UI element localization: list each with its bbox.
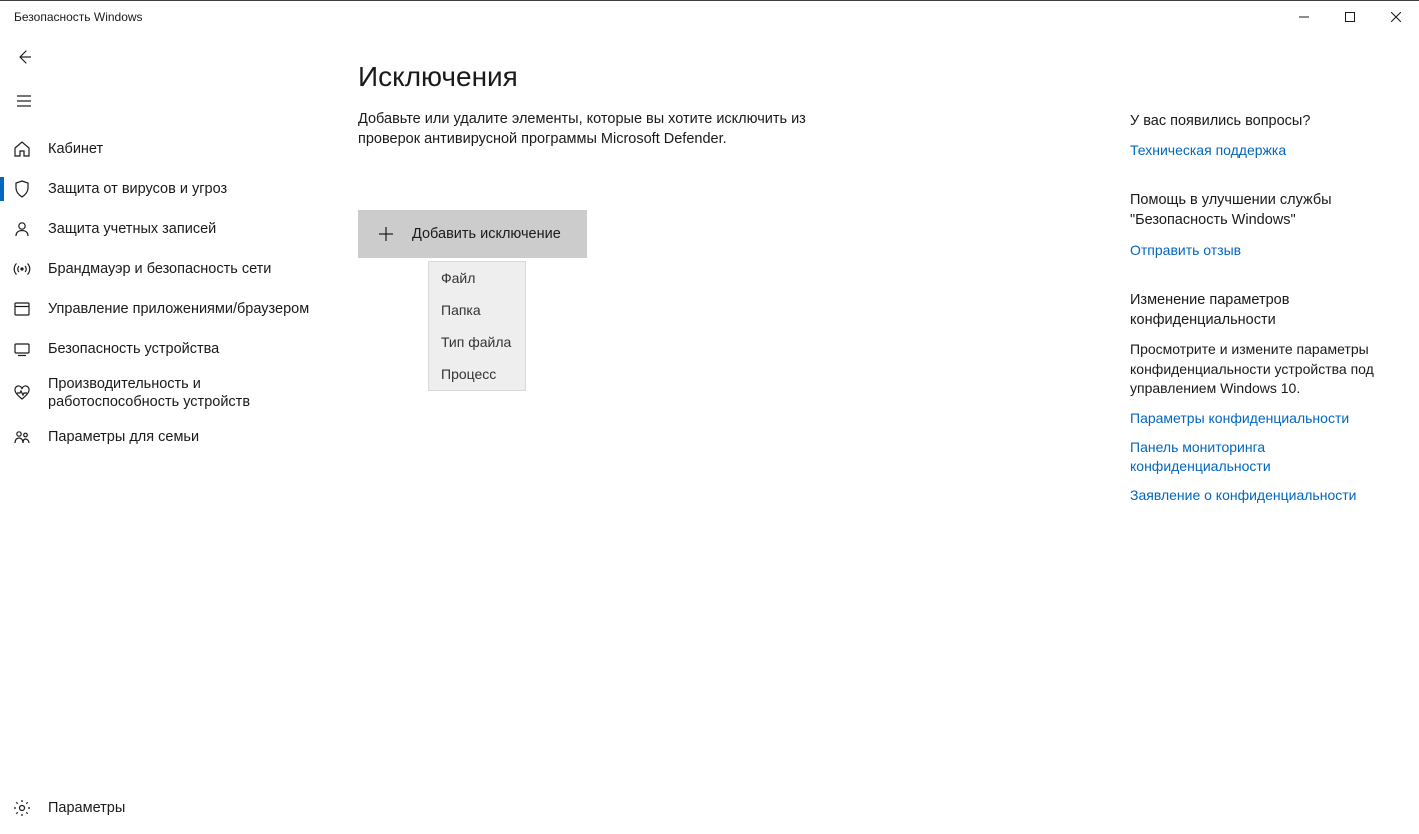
sidebar-item-virus-protection[interactable]: Защита от вирусов и угроз bbox=[0, 169, 320, 209]
sidebar-item-label: Брандмауэр и безопасность сети bbox=[48, 260, 271, 278]
back-button[interactable] bbox=[4, 37, 44, 77]
right-heading: Помощь в улучшении службы "Безопасность … bbox=[1130, 190, 1378, 231]
add-exclusion-dropdown: Файл Папка Тип файла Процесс bbox=[428, 261, 526, 391]
sidebar-item-label: Безопасность устройства bbox=[48, 340, 219, 358]
sidebar-item-label: Защита от вирусов и угроз bbox=[48, 180, 227, 198]
window-controls bbox=[1281, 1, 1419, 33]
close-button[interactable] bbox=[1373, 1, 1419, 33]
plus-icon bbox=[378, 226, 394, 242]
sidebar-item-home[interactable]: Кабинет bbox=[0, 129, 320, 169]
right-heading: Изменение параметров конфиденциальности bbox=[1130, 290, 1378, 331]
sidebar-item-app-browser[interactable]: Управление приложениями/браузером bbox=[0, 289, 320, 329]
heart-icon bbox=[12, 383, 32, 403]
hamburger-button[interactable] bbox=[4, 81, 44, 121]
home-icon bbox=[12, 139, 32, 159]
link-privacy-statement[interactable]: Заявление о конфиденциальности bbox=[1130, 486, 1378, 505]
right-section-feedback: Помощь в улучшении службы "Безопасность … bbox=[1130, 190, 1378, 259]
sidebar-item-label: Параметры для семьи bbox=[48, 428, 199, 446]
shield-icon bbox=[12, 179, 32, 199]
sidebar-item-label: Управление приложениями/браузером bbox=[48, 300, 309, 318]
right-description: Просмотрите и измените параметры конфиде… bbox=[1130, 340, 1378, 399]
sidebar-item-device-security[interactable]: Безопасность устройства bbox=[0, 329, 320, 369]
sidebar-item-account-protection[interactable]: Защита учетных записей bbox=[0, 209, 320, 249]
link-privacy-dashboard[interactable]: Панель мониторинга конфиденциальности bbox=[1130, 438, 1378, 476]
app-control-icon bbox=[12, 299, 32, 319]
right-section-questions: У вас появились вопросы? Техническая под… bbox=[1130, 111, 1378, 160]
sidebar-item-family[interactable]: Параметры для семьи bbox=[0, 417, 320, 457]
person-icon bbox=[12, 219, 32, 239]
link-privacy-settings[interactable]: Параметры конфиденциальности bbox=[1130, 409, 1378, 428]
sidebar-item-label: Производительность и работоспособность у… bbox=[48, 375, 320, 411]
right-panel: У вас появились вопросы? Техническая под… bbox=[1118, 61, 1378, 834]
family-icon bbox=[12, 427, 32, 447]
add-exclusion-label: Добавить исключение bbox=[412, 226, 561, 242]
right-section-privacy: Изменение параметров конфиденциальности … bbox=[1130, 290, 1378, 505]
right-heading: У вас появились вопросы? bbox=[1130, 111, 1378, 131]
titlebar: Безопасность Windows bbox=[0, 1, 1419, 33]
dropdown-item-file[interactable]: Файл bbox=[429, 262, 525, 294]
link-tech-support[interactable]: Техническая поддержка bbox=[1130, 141, 1378, 160]
sidebar-item-label: Защита учетных записей bbox=[48, 220, 216, 238]
sidebar-item-firewall[interactable]: Брандмауэр и безопасность сети bbox=[0, 249, 320, 289]
gear-icon bbox=[12, 798, 32, 818]
sidebar-item-device-health[interactable]: Производительность и работоспособность у… bbox=[0, 369, 320, 417]
device-icon bbox=[12, 339, 32, 359]
dropdown-item-folder[interactable]: Папка bbox=[429, 294, 525, 326]
window-title: Безопасность Windows bbox=[14, 10, 143, 24]
link-send-feedback[interactable]: Отправить отзыв bbox=[1130, 241, 1378, 260]
signal-icon bbox=[12, 259, 32, 279]
main-content: Исключения Добавьте или удалите элементы… bbox=[358, 61, 1118, 834]
sidebar-item-label: Кабинет bbox=[48, 140, 103, 158]
dropdown-item-filetype[interactable]: Тип файла bbox=[429, 326, 525, 358]
sidebar-item-settings[interactable]: Параметры bbox=[0, 788, 320, 828]
maximize-button[interactable] bbox=[1327, 1, 1373, 33]
add-exclusion-button[interactable]: Добавить исключение bbox=[358, 210, 587, 258]
minimize-button[interactable] bbox=[1281, 1, 1327, 33]
page-title: Исключения bbox=[358, 61, 1118, 93]
page-description: Добавьте или удалите элементы, которые в… bbox=[358, 109, 828, 150]
sidebar-item-label: Параметры bbox=[48, 799, 125, 817]
dropdown-item-process[interactable]: Процесс bbox=[429, 358, 525, 390]
sidebar: Кабинет Защита от вирусов и угроз Защита… bbox=[0, 33, 320, 834]
